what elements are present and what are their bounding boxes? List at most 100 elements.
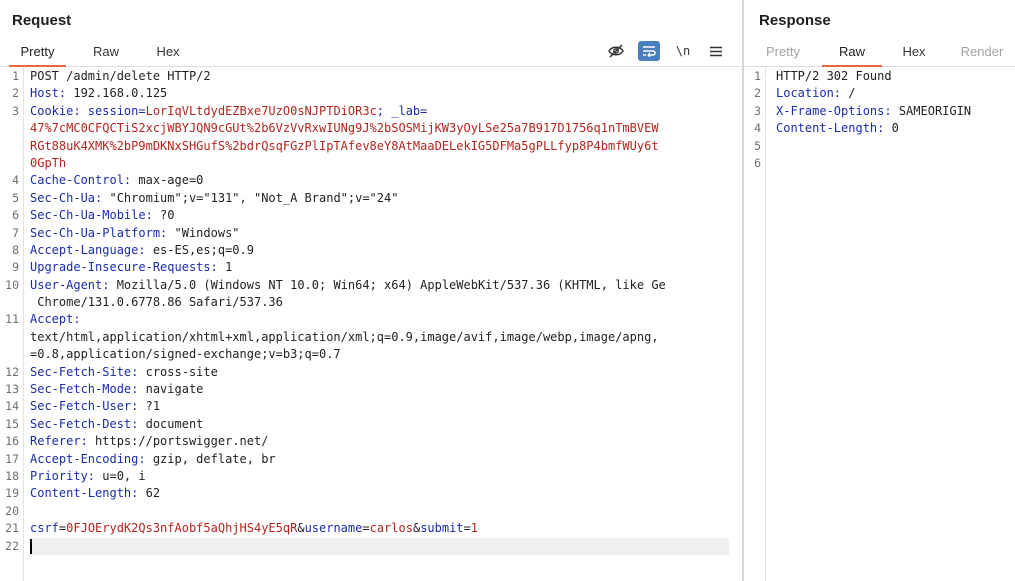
line-number: 16 xyxy=(5,434,19,449)
request-pane: Request Pretty Raw Hex \n 1 2 3 4 5 6 7 … xyxy=(0,0,743,581)
line-number: 2 xyxy=(12,86,19,101)
header-line: Cookie: session=LorIqVLtdydEZBxe7UzO0sNJ… xyxy=(30,103,729,120)
header-line: Sec-Fetch-Mode: navigate xyxy=(30,381,729,398)
request-text[interactable]: POST /admin/delete HTTP/2 Host: 192.168.… xyxy=(30,68,729,555)
line-number xyxy=(0,329,23,346)
header-value: ?1 xyxy=(138,399,161,414)
line-number: 22 xyxy=(5,538,19,553)
header-name: Sec-Fetch-Site: xyxy=(30,364,139,379)
header-value: "Chromium";v="131", "Not_A Brand";v="24" xyxy=(102,190,399,205)
header-line: Content-Length: 62 xyxy=(30,485,729,502)
tab-raw[interactable]: Raw xyxy=(822,44,882,67)
header-value: document xyxy=(138,416,204,431)
header-name: Sec-Fetch-Dest: xyxy=(30,416,139,431)
current-line xyxy=(30,537,729,555)
line-number: 4 xyxy=(754,121,761,136)
header-value: https://portswigger.net/ xyxy=(87,434,269,449)
header-name: Cookie: xyxy=(30,103,81,118)
hide-nonprintable-button[interactable] xyxy=(605,41,627,61)
tab-render[interactable]: Render xyxy=(954,44,1010,67)
header-name: Sec-Ch-Ua-Platform: xyxy=(30,225,168,240)
header-value: u=0, i xyxy=(95,468,146,483)
header-value: 0 xyxy=(884,121,899,136)
request-tabbar: Pretty Raw Hex \n xyxy=(0,40,743,67)
header-name: Host: xyxy=(30,86,67,101)
cookie-value: 47%7cMC0CFQCTiS2xcjWBYJQN9cGUt%2b6VzVvRx… xyxy=(30,121,659,136)
header-line: Sec-Ch-Ua-Mobile: ?0 xyxy=(30,207,729,224)
tab-raw[interactable]: Raw xyxy=(83,44,129,67)
line-number: 6 xyxy=(754,155,761,170)
line-number: 10 xyxy=(5,277,19,292)
header-name: Accept-Encoding: xyxy=(30,451,146,466)
tab-hex[interactable]: Hex xyxy=(892,44,936,67)
header-name: Upgrade-Insecure-Requests: xyxy=(30,260,218,275)
response-tabbar: Pretty Raw Hex Render xyxy=(744,40,1015,67)
line-number: 3 xyxy=(12,103,19,118)
line-number: 9 xyxy=(12,260,19,275)
response-text[interactable]: HTTP/2 302 Found Location: / X-Frame-Opt… xyxy=(776,68,1011,172)
line-number: 1 xyxy=(12,69,19,83)
line-number: 18 xyxy=(5,468,19,483)
header-line: Accept-Encoding: gzip, deflate, br xyxy=(30,451,729,468)
header-name: User-Agent: xyxy=(30,277,110,292)
param-name: username xyxy=(304,521,363,536)
header-name: Location: xyxy=(776,86,842,101)
header-value: =0.8,application/signed-exchange;v=b3;q=… xyxy=(30,347,341,362)
wrapped-line: Chrome/131.0.6778.86 Safari/537.36 xyxy=(30,294,729,311)
line-number: 20 xyxy=(5,503,19,518)
body-line: csrf = 0FJOErydK2Qs3nfAobf5aQhjHS4yE5qR&us… xyxy=(30,520,729,537)
header-name: Accept: xyxy=(30,312,81,327)
line-number: 11 xyxy=(5,312,19,327)
request-line: POST /admin/delete HTTP/2 xyxy=(30,68,729,85)
line-number: 15 xyxy=(5,416,19,431)
tab-pretty[interactable]: Pretty xyxy=(9,44,66,67)
text-caret xyxy=(30,538,32,554)
header-line: Sec-Ch-Ua: "Chromium";v="131", "Not_A Br… xyxy=(30,190,729,207)
header-value: text/html,application/xhtml+xml,applicat… xyxy=(30,329,659,344)
param-value: 0FJOErydK2Qs3nfAobf5aQhjHS4yE5qR xyxy=(66,521,298,536)
header-line: Sec-Fetch-User: ?1 xyxy=(30,398,729,415)
header-line: Priority: u=0, i xyxy=(30,468,729,485)
header-value: Mozilla/5.0 (Windows NT 10.0; Win64; x64… xyxy=(109,277,666,292)
header-value: SAMEORIGIN xyxy=(891,103,972,118)
header-name: X-Frame-Options: xyxy=(776,103,892,118)
response-pane: Response Pretty Raw Hex Render 1 2 3 4 5… xyxy=(744,0,1015,581)
line-number: 5 xyxy=(754,138,761,153)
request-line-numbers: 1 2 3 4 5 6 7 8 9 10 11 12 13 14 15 16 1… xyxy=(0,68,24,581)
line-number xyxy=(0,155,23,172)
header-line: Content-Length: 0 xyxy=(776,120,1011,137)
param-sep: & xyxy=(297,521,305,536)
eye-slash-icon xyxy=(608,44,624,58)
header-name: Content-Length: xyxy=(30,486,139,501)
line-number: 7 xyxy=(12,225,19,240)
header-value: 1 xyxy=(217,260,233,275)
param-sep: = xyxy=(463,521,471,536)
wrap-lines-button[interactable] xyxy=(638,41,660,61)
tab-pretty[interactable]: Pretty xyxy=(756,44,810,67)
line-number: 17 xyxy=(5,451,19,466)
header-name: Referer: xyxy=(30,434,88,449)
newline-icon[interactable]: \n xyxy=(672,41,694,61)
response-editor[interactable]: 1 2 3 4 5 6 HTTP/2 302 Found Location: /… xyxy=(744,68,1015,581)
header-value: cross-site xyxy=(138,364,218,379)
header-value: gzip, deflate, br xyxy=(145,451,276,466)
status-line: HTTP/2 302 Found xyxy=(776,68,1011,85)
header-value: 192.168.0.125 xyxy=(66,86,168,101)
line-number xyxy=(0,346,23,363)
header-line: User-Agent: Mozilla/5.0 (Windows NT 10.0… xyxy=(30,277,729,294)
response-title: Response xyxy=(759,12,831,29)
cookie-value: RGt88uK4XMK%2bP9mDKNxSHGufS%2bdrQsqFGzPl… xyxy=(30,138,659,153)
menu-icon xyxy=(710,46,722,56)
cookie-value: 0GpTh xyxy=(30,155,67,170)
param-sep: = xyxy=(362,521,370,536)
line-number xyxy=(0,120,23,137)
tab-hex[interactable]: Hex xyxy=(146,44,190,67)
menu-button[interactable] xyxy=(705,41,727,61)
header-name: Content-Length: xyxy=(776,121,885,136)
line-number: 14 xyxy=(5,399,19,414)
request-editor[interactable]: 1 2 3 4 5 6 7 8 9 10 11 12 13 14 15 16 1… xyxy=(0,68,743,581)
header-name: Priority: xyxy=(30,468,96,483)
wrap-lines-icon xyxy=(643,46,656,57)
cookie-name: ; _lab= xyxy=(376,103,428,118)
